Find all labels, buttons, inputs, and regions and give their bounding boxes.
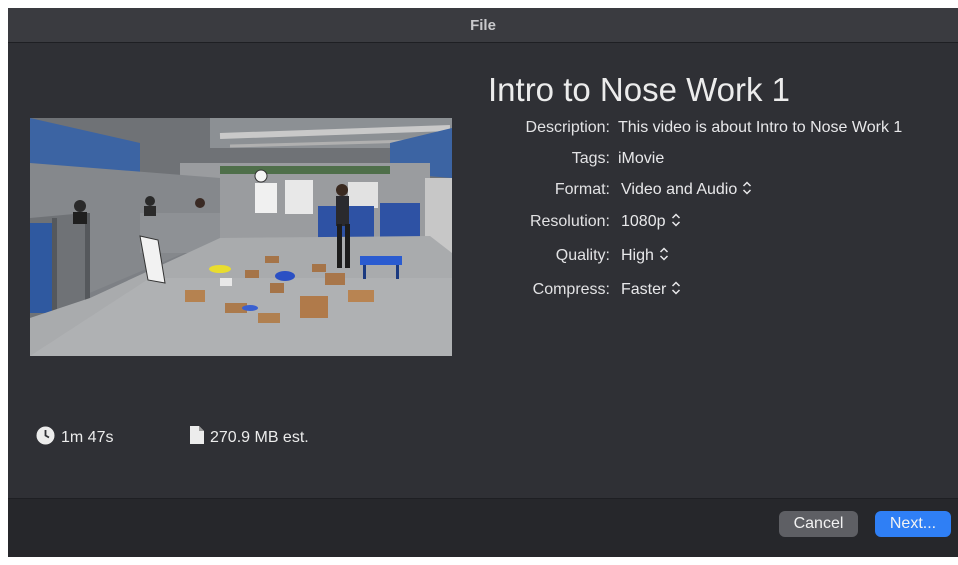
format-value: Video and Audio [621,181,738,198]
up-down-chevron-icon [671,280,681,300]
duration-value: 1m 47s [61,429,114,446]
up-down-chevron-icon [659,246,669,266]
property-label: Tags: [571,150,610,167]
property-compress: Compress: Faster [478,278,948,302]
duration-stat: 1m 47s [36,426,113,450]
description-field[interactable]: This video is about Intro to Nose Work 1 [618,119,902,137]
dialog-footer: Cancel Next... [8,498,958,557]
compress-value: Faster [621,281,667,298]
property-label: Compress: [532,281,610,298]
property-label: Resolution: [529,213,610,230]
tags-field[interactable]: iMovie [618,150,664,168]
file-size-value: 270.9 MB est. [210,428,309,446]
resolution-value: 1080p [621,213,666,230]
file-size-stat: 270.9 MB est. [190,426,309,449]
document-icon [190,426,204,449]
cancel-button[interactable]: Cancel [779,511,858,537]
up-down-chevron-icon [742,180,752,200]
property-quality: Quality: High [478,244,948,268]
share-file-dialog: File Intro to Nose Work 1 Description: T… [8,8,958,557]
next-button[interactable]: Next... [875,511,951,537]
window-title: File [470,16,496,34]
property-resolution: Resolution: 1080p [478,210,948,234]
property-label: Format: [554,181,610,198]
property-label: Quality: [555,247,610,264]
resolution-popup[interactable]: 1080p [618,212,681,232]
property-label: Description: [525,119,610,136]
title-bar: File [8,8,958,43]
compress-popup[interactable]: Faster [618,280,681,300]
property-tags: Tags: iMovie [478,147,948,171]
property-format: Format: Video and Audio [478,178,948,202]
video-thumbnail [30,118,452,356]
format-popup[interactable]: Video and Audio [618,180,752,200]
property-description: Description: This video is about Intro t… [478,116,948,140]
quality-popup[interactable]: High [618,246,669,266]
clock-icon [36,426,55,450]
up-down-chevron-icon [671,212,681,232]
dialog-content: Intro to Nose Work 1 Description: This v… [8,43,958,498]
quality-value: High [621,247,654,264]
video-title[interactable]: Intro to Nose Work 1 [488,71,790,109]
